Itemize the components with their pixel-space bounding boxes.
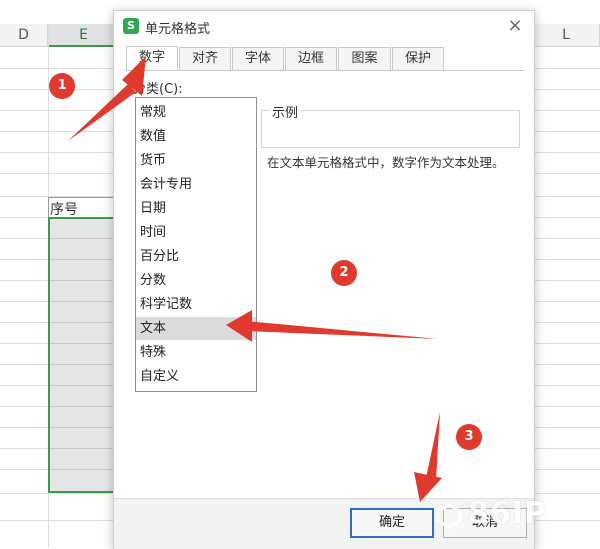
arrow-1 [68,56,146,141]
arrow-3 [414,412,442,502]
sample-label: 示例 [270,102,301,121]
step-badge-1: 1 [49,73,75,99]
annotation-arrows [68,56,442,502]
arrow-2 [226,310,438,342]
step-badge-3: 3 [456,424,482,450]
step-badge-2: 2 [331,260,357,286]
watermark-logo-icon [436,503,462,529]
watermark-text: 86IP [468,496,547,531]
